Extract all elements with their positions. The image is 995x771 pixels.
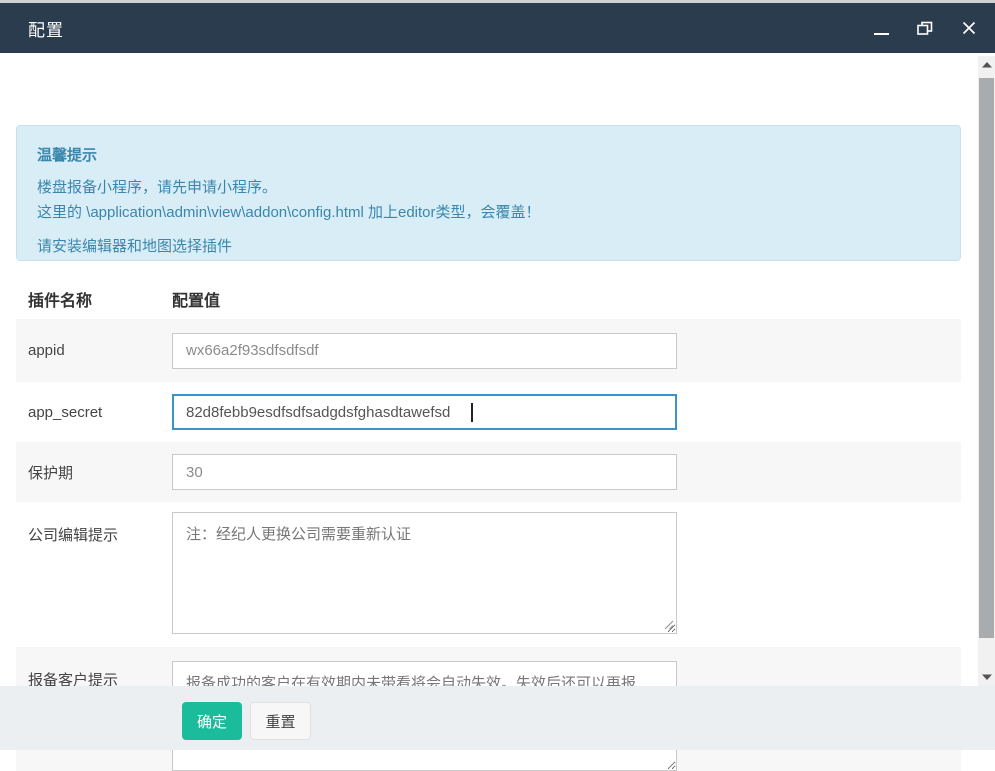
confirm-button[interactable]: 确定 (182, 702, 242, 740)
text-caret (471, 403, 473, 422)
field-label-protection-period: 保护期 (28, 462, 172, 483)
table-row: appid (16, 319, 961, 382)
table-row: app_secret (16, 382, 961, 442)
app-secret-input[interactable] (172, 394, 677, 430)
minimize-button[interactable] (871, 18, 891, 38)
scroll-up-button[interactable] (978, 56, 995, 74)
restore-button[interactable] (915, 18, 935, 38)
notice-title: 温馨提示 (37, 143, 940, 168)
table-header: 插件名称 配置值 (16, 279, 961, 319)
field-label-app-secret: app_secret (28, 404, 172, 421)
dialog-body: 温馨提示 楼盘报备小程序，请先申请小程序。 这里的 \application\a… (0, 53, 995, 686)
close-icon (962, 21, 976, 35)
dialog-footer: 确定 重置 (0, 686, 995, 750)
reset-button[interactable]: 重置 (250, 702, 311, 740)
titlebar: 配置 (0, 3, 995, 53)
field-label-appid: appid (28, 342, 172, 359)
field-label-report-customer-tip: 报备客户提示 (28, 647, 172, 690)
column-header-config-value: 配置值 (172, 287, 220, 311)
table-row: 公司编辑提示 注：经纪人更换公司需要重新认证 (16, 502, 961, 647)
table-row: 保护期 (16, 442, 961, 502)
appid-input[interactable] (172, 333, 677, 369)
notice-line: 楼盘报备小程序，请先申请小程序。 (37, 175, 940, 200)
window-title: 配置 (28, 16, 64, 41)
close-button[interactable] (959, 18, 979, 38)
scrollbar-thumb[interactable] (979, 78, 994, 638)
field-label-company-edit-tip: 公司编辑提示 (28, 502, 172, 545)
notice-box: 温馨提示 楼盘报备小程序，请先申请小程序。 这里的 \application\a… (16, 125, 961, 261)
restore-icon (917, 21, 933, 36)
window-controls (871, 18, 979, 38)
column-header-plugin-name: 插件名称 (28, 287, 172, 311)
notice-line: 这里的 \application\admin\view\addon\config… (37, 200, 940, 225)
scrollbar[interactable] (978, 56, 995, 686)
notice-note: 请安装编辑器和地图选择插件 (37, 234, 940, 259)
resize-handle-icon[interactable] (663, 619, 674, 630)
protection-period-input[interactable] (172, 454, 677, 490)
scroll-down-icon (982, 674, 992, 680)
scroll-up-icon (982, 62, 992, 68)
company-edit-tip-textarea[interactable]: 注：经纪人更换公司需要重新认证 (172, 512, 677, 634)
minimize-icon (874, 33, 889, 35)
scroll-down-button[interactable] (978, 668, 995, 686)
